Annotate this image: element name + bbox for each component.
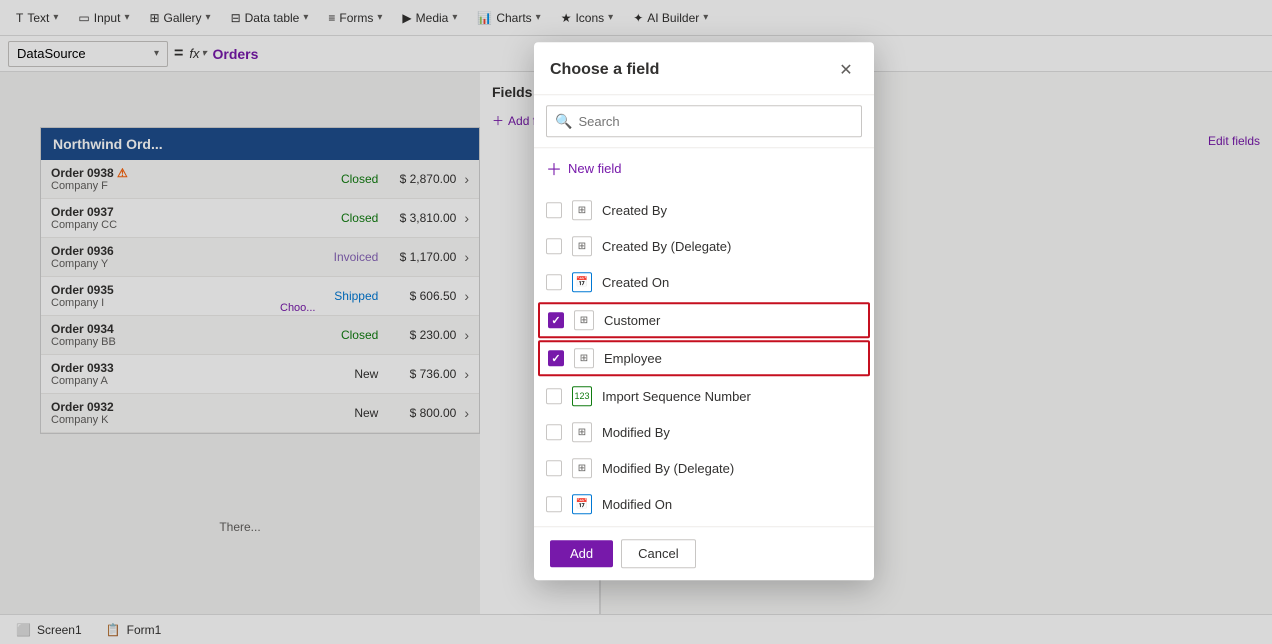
field-type-icon: 123 [572, 386, 592, 406]
field-type-icon: ⊞ [572, 200, 592, 220]
field-item-created-by[interactable]: ⊞ Created By [534, 192, 874, 228]
field-type-icon: ⊞ [572, 458, 592, 478]
modal-close-button[interactable]: ✕ [834, 58, 858, 82]
field-item-created-by-delegate[interactable]: ⊞ Created By (Delegate) [534, 228, 874, 264]
field-checkbox[interactable] [546, 202, 562, 218]
plus-icon: ＋ [546, 156, 562, 180]
field-checkbox[interactable] [546, 274, 562, 290]
field-item-created-on[interactable]: 📅 Created On [534, 264, 874, 300]
field-list: ⊞ Created By ⊞ Created By (Delegate) 📅 C… [534, 188, 874, 526]
modal-title: Choose a field [550, 61, 659, 79]
field-label: Modified On [602, 497, 862, 512]
field-type-icon: 📅 [572, 272, 592, 292]
field-label: Created By (Delegate) [602, 239, 862, 254]
field-item-employee[interactable]: ⊞ Employee [538, 340, 870, 376]
field-type-icon: ⊞ [574, 310, 594, 330]
field-checkbox[interactable] [548, 350, 564, 366]
field-type-icon: ⊞ [572, 422, 592, 442]
modal-header: Choose a field ✕ [534, 42, 874, 95]
field-checkbox[interactable] [546, 238, 562, 254]
field-checkbox[interactable] [548, 312, 564, 328]
field-checkbox[interactable] [546, 496, 562, 512]
field-label: Employee [604, 351, 860, 366]
field-type-icon: ⊞ [574, 348, 594, 368]
field-checkbox[interactable] [546, 424, 562, 440]
search-input[interactable] [578, 114, 853, 129]
field-item-modified-by[interactable]: ⊞ Modified By [534, 414, 874, 450]
field-label: Modified By (Delegate) [602, 461, 862, 476]
modal-search-area: 🔍 [534, 95, 874, 148]
field-type-icon: ⊞ [572, 236, 592, 256]
field-label: Customer [604, 313, 860, 328]
choose-field-modal: Choose a field ✕ 🔍 ＋ New field ⊞ Created… [534, 42, 874, 580]
add-button[interactable]: Add [550, 540, 613, 567]
field-item-modified-by-delegate[interactable]: ⊞ Modified By (Delegate) [534, 450, 874, 486]
field-item-customer[interactable]: ⊞ Customer [538, 302, 870, 338]
field-item-modified-on[interactable]: 📅 Modified On [534, 486, 874, 522]
search-box: 🔍 [546, 105, 862, 137]
field-label: Modified By [602, 425, 862, 440]
cancel-button[interactable]: Cancel [621, 539, 695, 568]
field-checkbox[interactable] [546, 460, 562, 476]
field-item-import-sequence[interactable]: 123 Import Sequence Number [534, 378, 874, 414]
field-label: Created On [602, 275, 862, 290]
field-checkbox[interactable] [546, 388, 562, 404]
new-field-button[interactable]: ＋ New field [534, 148, 874, 188]
field-type-icon: 📅 [572, 494, 592, 514]
field-label: Import Sequence Number [602, 389, 862, 404]
modal-footer: Add Cancel [534, 526, 874, 580]
field-label: Created By [602, 203, 862, 218]
search-icon: 🔍 [555, 113, 572, 130]
